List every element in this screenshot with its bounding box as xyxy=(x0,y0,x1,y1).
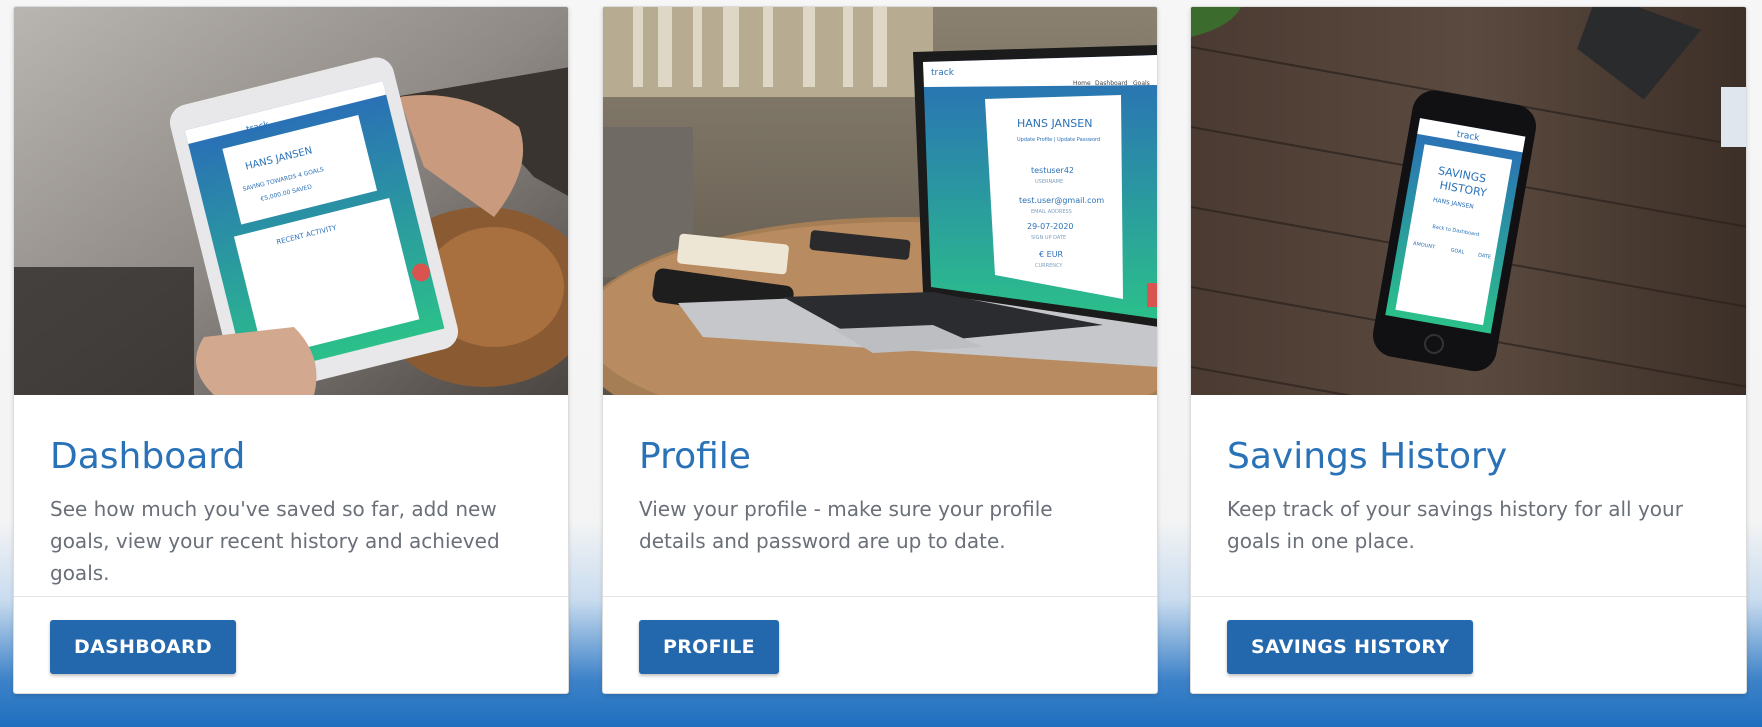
laptop-username-label: USERNAME xyxy=(1035,179,1063,185)
card-body: Dashboard See how much you've saved so f… xyxy=(14,395,568,597)
profile-button[interactable]: PROFILE xyxy=(639,620,779,674)
laptop-logo: track xyxy=(931,68,955,78)
feature-cards: track HANS JANSEN SAVING TOWARDS 4 GOALS… xyxy=(0,0,1762,727)
card-footer: DASHBOARD xyxy=(14,597,568,693)
dashboard-tablet-photo: track HANS JANSEN SAVING TOWARDS 4 GOALS… xyxy=(14,7,568,395)
card-body: Savings History Keep track of your savin… xyxy=(1191,395,1746,597)
laptop-currency: € EUR xyxy=(1039,250,1064,259)
laptop-username: testuser42 xyxy=(1031,166,1074,175)
card-footer: SAVINGS HISTORY xyxy=(1191,597,1746,693)
card-title-dashboard: Dashboard xyxy=(50,436,246,477)
laptop-currency-label: CURRENCY xyxy=(1035,263,1063,269)
laptop-date-label: SIGN UP DATE xyxy=(1031,235,1066,241)
card-dashboard: track HANS JANSEN SAVING TOWARDS 4 GOALS… xyxy=(13,6,569,694)
card-text-profile: View your profile - make sure your profi… xyxy=(639,497,1053,553)
card-footer: PROFILE xyxy=(603,597,1157,693)
card-text-savings-history: Keep track of your savings history for a… xyxy=(1227,497,1683,553)
card-text-dashboard: See how much you've saved so far, add ne… xyxy=(50,497,500,585)
savings-history-button[interactable]: SAVINGS HISTORY xyxy=(1227,620,1474,674)
laptop-sub: Update Profile | Update Password xyxy=(1017,137,1100,143)
laptop-nav-dashboard: Dashboard xyxy=(1095,80,1128,87)
laptop-name: HANS JANSEN xyxy=(1017,117,1092,130)
profile-laptop-photo: track Home Dashboard Goals HANS JANSEN U… xyxy=(603,7,1157,395)
card-savings-history: track SAVINGS HISTORY HANS JANSEN Back t… xyxy=(1190,6,1747,694)
card-body: Profile View your profile - make sure yo… xyxy=(603,395,1157,597)
laptop-date: 29-07-2020 xyxy=(1027,222,1074,231)
laptop-email: test.user@gmail.com xyxy=(1019,196,1104,205)
card-title-savings-history: Savings History xyxy=(1227,436,1508,477)
dashboard-button[interactable]: DASHBOARD xyxy=(50,620,236,674)
card-title-profile: Profile xyxy=(639,436,751,477)
laptop-email-label: EMAIL ADDRESS xyxy=(1031,209,1072,215)
card-profile: track Home Dashboard Goals HANS JANSEN U… xyxy=(602,6,1158,694)
savings-phone-photo: track SAVINGS HISTORY HANS JANSEN Back t… xyxy=(1191,7,1746,395)
laptop-nav-home: Home xyxy=(1073,80,1091,87)
laptop-nav-goals: Goals xyxy=(1133,80,1150,87)
